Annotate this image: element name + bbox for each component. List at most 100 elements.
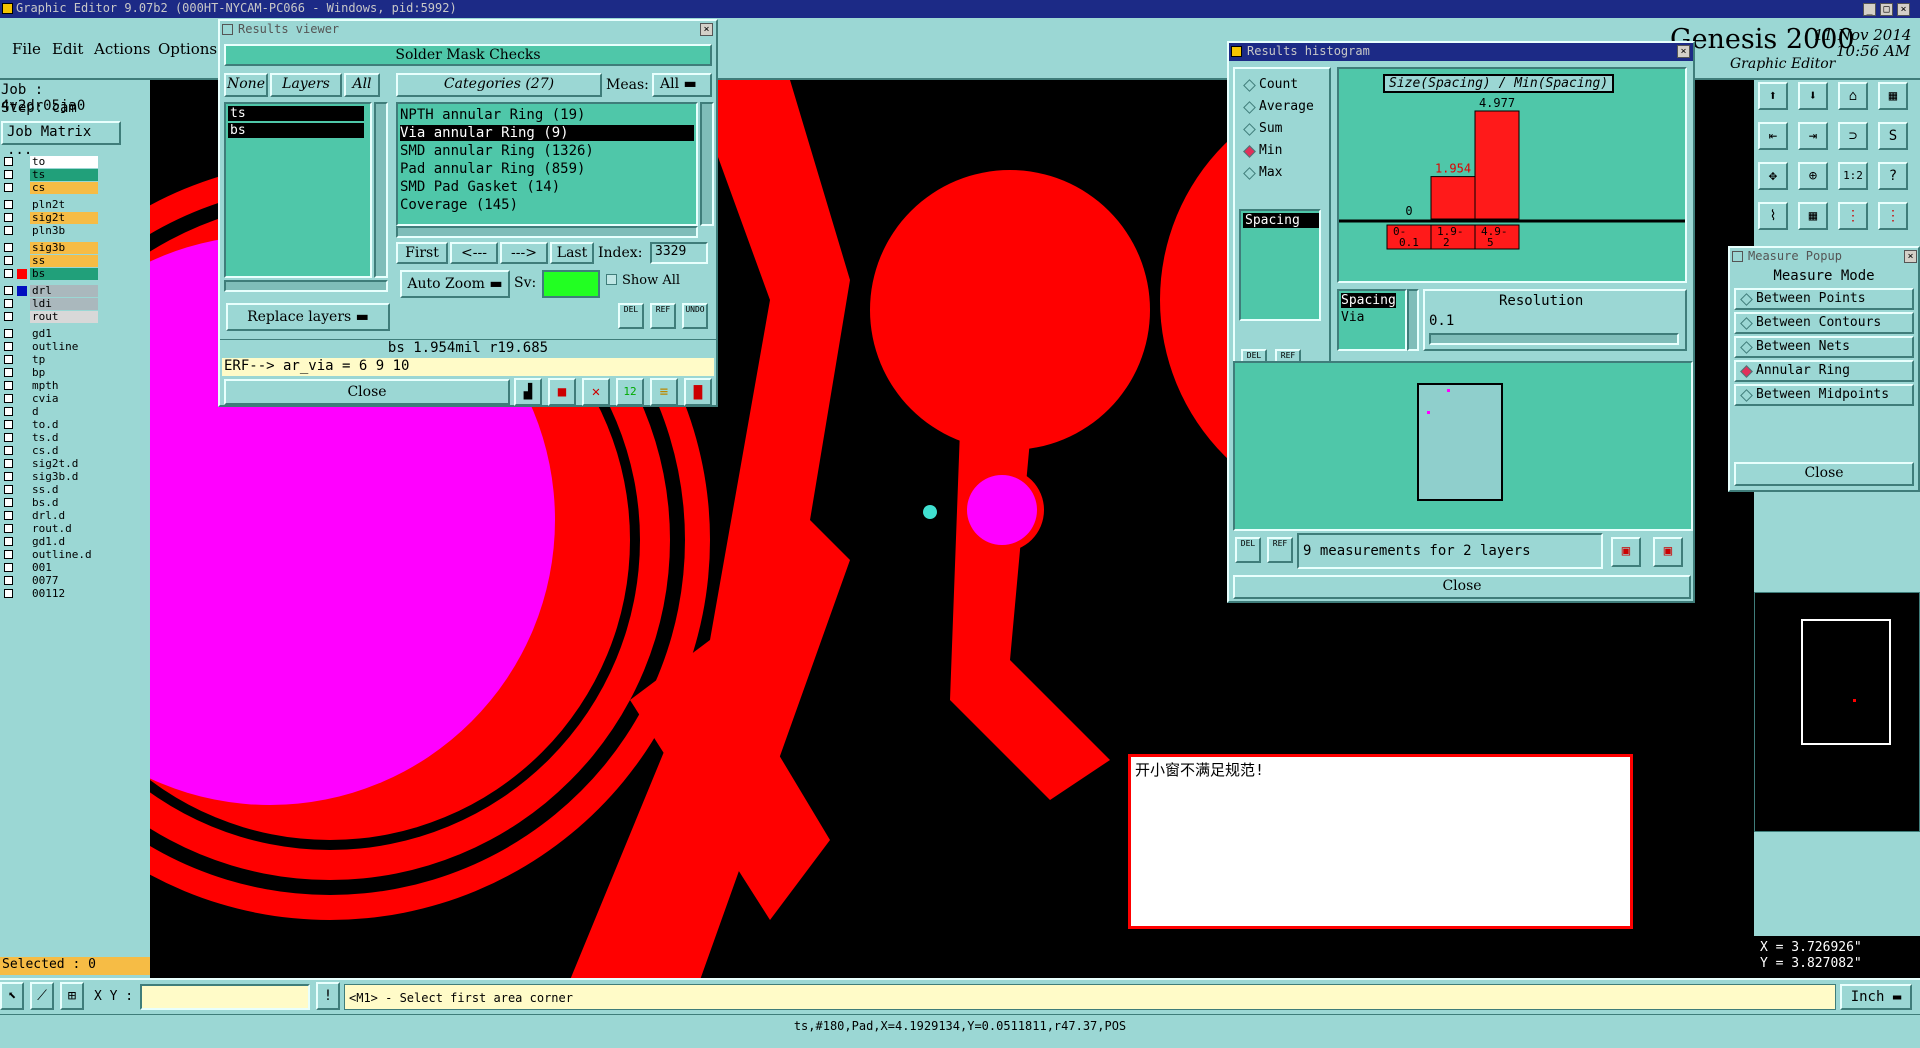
layers-listbox[interactable]: ts bs	[224, 102, 372, 278]
home-icon[interactable]: ⌂	[1838, 82, 1868, 110]
layer-row-pln3b[interactable]: pln3b	[0, 225, 120, 238]
layer-checkbox[interactable]	[4, 511, 13, 520]
categories-button[interactable]: Categories (27)	[396, 73, 602, 97]
layer-checkbox[interactable]	[4, 286, 13, 295]
board-preview[interactable]	[1233, 361, 1693, 531]
overview-map[interactable]	[1754, 592, 1920, 832]
layer-row-cs[interactable]: cs	[0, 182, 120, 195]
mirror-icon[interactable]: ⊃	[1838, 122, 1868, 150]
menu-actions[interactable]: Actions	[94, 40, 150, 58]
histogram-close-button[interactable]: Close	[1233, 575, 1691, 599]
layer-checkbox[interactable]	[4, 269, 13, 278]
layer-row-cvia[interactable]: cvia	[0, 393, 120, 406]
category-item-selected[interactable]: Via annular Ring (9)	[400, 125, 694, 141]
layer-checkbox[interactable]	[4, 200, 13, 209]
layer-row-drl[interactable]: drl	[0, 285, 120, 298]
window-layout-icon[interactable]: ▦	[1878, 82, 1908, 110]
via-item[interactable]: Via	[1341, 310, 1364, 325]
category-item[interactable]: SMD annular Ring (1326)	[400, 143, 594, 159]
first-button[interactable]: First	[396, 242, 448, 264]
menu-options[interactable]: Options	[158, 40, 217, 58]
layers-scrollbar[interactable]	[374, 102, 388, 278]
layer-row-to.d[interactable]: to.d	[0, 419, 120, 432]
results-close-button[interactable]: Close	[224, 379, 510, 405]
histogram-bar[interactable]	[1430, 176, 1476, 220]
erase-icon[interactable]: ✕	[582, 378, 610, 406]
histogram-close-icon[interactable]: ×	[1677, 45, 1690, 58]
layer-checkbox[interactable]	[4, 498, 13, 507]
save-icon[interactable]: ⬇	[1798, 82, 1828, 110]
layer-row-outline.d[interactable]: outline.d	[0, 549, 120, 562]
mode-radio[interactable]	[1740, 365, 1753, 378]
layer-row-ts[interactable]: ts	[0, 169, 120, 182]
layer-checkbox[interactable]	[4, 368, 13, 377]
results-viewer-close-icon[interactable]: ×	[700, 23, 713, 36]
histogram-list[interactable]: Spacing	[1239, 209, 1321, 321]
layer-row-bp[interactable]: bp	[0, 367, 120, 380]
next-button[interactable]: --->	[500, 242, 548, 264]
export-icon[interactable]: ▣	[1611, 537, 1641, 567]
del-icon[interactable]: DEL	[618, 303, 644, 329]
layer-checkbox[interactable]	[4, 381, 13, 390]
option-radio-min[interactable]	[1243, 145, 1256, 158]
category-item[interactable]: Coverage (145)	[400, 197, 518, 213]
histogram-bar[interactable]	[1474, 110, 1520, 220]
layer-row-to[interactable]: to	[0, 156, 120, 169]
layer-checkbox[interactable]	[4, 524, 13, 533]
layer-checkbox[interactable]	[4, 550, 13, 559]
layer-checkbox[interactable]	[4, 183, 13, 192]
layer-checkbox[interactable]	[4, 485, 13, 494]
mode-radio[interactable]	[1740, 389, 1753, 402]
layer-checkbox[interactable]	[4, 342, 13, 351]
layer-checkbox[interactable]	[4, 407, 13, 416]
layer-checkbox[interactable]	[4, 170, 13, 179]
move-left-icon[interactable]: ⇤	[1758, 122, 1788, 150]
layer-checkbox[interactable]	[4, 537, 13, 546]
measure-mode-between-contours[interactable]: Between Contours	[1734, 312, 1914, 334]
measure-close-button[interactable]: Close	[1734, 462, 1914, 486]
option-radio-max[interactable]	[1243, 167, 1256, 180]
option-radio-count[interactable]	[1243, 79, 1256, 92]
spacing-list[interactable]: Spacing Via	[1337, 289, 1407, 351]
layer-row-sig3b.d[interactable]: sig3b.d	[0, 471, 120, 484]
xy-input[interactable]	[140, 984, 310, 1010]
layer-row-rout[interactable]: rout	[0, 311, 120, 324]
display-icon[interactable]: ▟	[514, 378, 542, 406]
measure-mode-annular-ring[interactable]: Annular Ring	[1734, 360, 1914, 382]
spacing-item[interactable]: Spacing	[1341, 293, 1396, 308]
layer-row-sig3b[interactable]: sig3b	[0, 242, 120, 255]
job-matrix-button[interactable]: Job Matrix ...	[1, 121, 121, 158]
ratio-icon[interactable]: 1:2	[1838, 162, 1868, 190]
snap-icon[interactable]: ⊞	[60, 982, 84, 1010]
categories-scrollbar[interactable]	[700, 102, 714, 226]
help-icon[interactable]: ?	[1878, 162, 1908, 190]
pointer-icon[interactable]: ⬉	[0, 982, 24, 1010]
category-item[interactable]: SMD Pad Gasket (14)	[400, 179, 560, 195]
mode-radio[interactable]	[1740, 317, 1753, 330]
grid-icon[interactable]: ▦	[1798, 202, 1828, 230]
layer-checkbox[interactable]	[4, 226, 13, 235]
menu-file[interactable]: File	[12, 40, 41, 58]
layers-h-scrollbar[interactable]	[224, 280, 388, 292]
measure-mode-between-midpoints[interactable]: Between Midpoints	[1734, 384, 1914, 406]
layer-row-d[interactable]: d	[0, 406, 120, 419]
alert-icon[interactable]: !	[316, 982, 340, 1010]
layer-list-item[interactable]: bs	[228, 123, 364, 138]
mode-radio[interactable]	[1740, 293, 1753, 306]
layer-row-outline[interactable]: outline	[0, 341, 120, 354]
layer-checkbox[interactable]	[4, 576, 13, 585]
layers-button[interactable]: Layers	[270, 73, 342, 97]
layer-row-ss.d[interactable]: ss.d	[0, 484, 120, 497]
ref-icon[interactable]: REF	[650, 303, 676, 329]
import-icon[interactable]: ▣	[1653, 537, 1683, 567]
none-button[interactable]: None	[224, 73, 268, 97]
sv-color-select[interactable]	[542, 270, 600, 298]
last-button[interactable]: Last	[550, 242, 594, 264]
open-icon[interactable]: ⬆	[1758, 82, 1788, 110]
layer-row-bs[interactable]: bs	[0, 268, 120, 281]
categories-h-scrollbar[interactable]	[396, 226, 698, 238]
layer-checkbox[interactable]	[4, 329, 13, 338]
layer-row-ldi[interactable]: ldi	[0, 298, 120, 311]
layer-row-001[interactable]: 001	[0, 562, 120, 575]
highlight-icon[interactable]: ■	[548, 378, 576, 406]
